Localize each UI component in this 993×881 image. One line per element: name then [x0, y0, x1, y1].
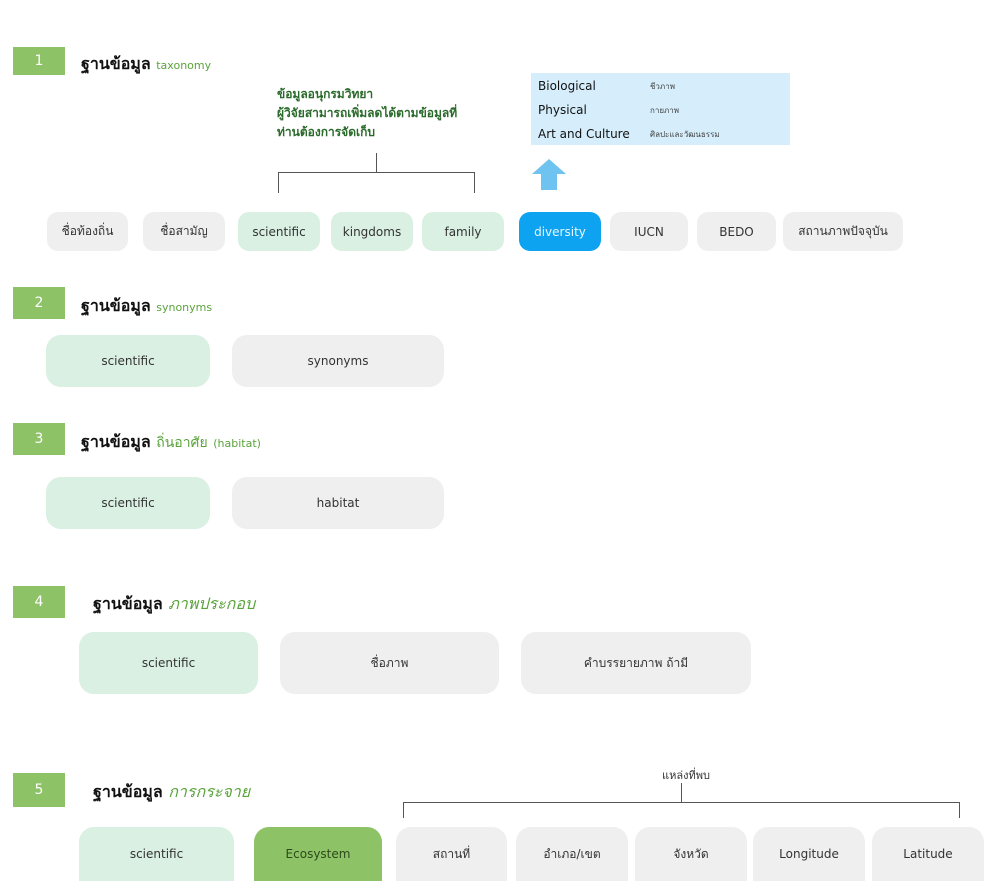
section-5-subtitle: การกระจาย — [168, 782, 251, 801]
section-2-number: 2 — [13, 287, 65, 319]
section-4-title: ฐานข้อมูล ภาพประกอบ — [93, 592, 255, 617]
taxonomy-bracket-right — [474, 172, 475, 193]
field-current-status: สถานภาพปัจจุบัน — [783, 212, 903, 251]
field-habitat: habitat — [232, 477, 444, 529]
field-image-name: ชื่อภาพ — [280, 632, 499, 694]
field-family: family — [422, 212, 504, 251]
field-scientific: scientific — [79, 827, 234, 881]
section-5-title: ฐานข้อมูล การกระจาย — [93, 780, 250, 805]
diversity-info-label: Art and Culture — [538, 127, 630, 141]
section-2-title-text: ฐานข้อมูล — [81, 296, 151, 315]
section-4-subtitle: ภาพประกอบ — [168, 594, 256, 613]
taxonomy-note-line-2: ผู้วิจัยสามารถเพิ่มลดได้ตามข้อมูลที่ — [277, 106, 458, 120]
section-5-number: 5 — [13, 773, 65, 807]
diversity-info-row: Art and Culture ศิลปะและวัฒนธรรม — [538, 127, 720, 141]
diversity-info-label: Biological — [538, 79, 596, 93]
field-scientific: scientific — [238, 212, 320, 251]
field-latitude: Latitude — [872, 827, 984, 881]
field-common-name: ชื่อสามัญ — [143, 212, 225, 251]
field-diversity: diversity — [519, 212, 601, 251]
taxonomy-note-line-1: ข้อมูลอนุกรมวิทยา — [277, 87, 374, 101]
section-3-subtitle: ถิ่นอาศัย — [156, 435, 208, 451]
field-iucn: IUCN — [610, 212, 688, 251]
field-ecosystem: Ecosystem — [254, 827, 382, 881]
section-1-subtitle: taxonomy — [156, 59, 212, 72]
field-province: จังหวัด — [635, 827, 747, 881]
taxonomy-note-line-3: ท่านต้องการจัดเก็บ — [277, 125, 375, 139]
field-kingdoms: kingdoms — [331, 212, 413, 251]
diversity-info-row: Biological ชีวภาพ — [538, 79, 675, 93]
field-synonyms: synonyms — [232, 335, 444, 387]
section-3-title-text: ฐานข้อมูล — [81, 432, 151, 451]
section-3-number: 3 — [13, 423, 65, 455]
section-3-title: ฐานข้อมูล ถิ่นอาศัย (habitat) — [81, 430, 261, 455]
found-location-bracket-stem — [681, 783, 682, 802]
found-location-bracket-right — [959, 802, 960, 818]
section-4-title-text: ฐานข้อมูล — [93, 594, 163, 613]
section-2-title: ฐานข้อมูล synonyms — [81, 294, 212, 319]
taxonomy-bracket-stem — [376, 153, 377, 172]
section-1-number: 1 — [13, 47, 65, 75]
diversity-info-desc: กายภาพ — [650, 105, 680, 115]
field-scientific: scientific — [46, 335, 210, 387]
found-location-bracket-bar — [403, 802, 960, 803]
taxonomy-bracket-bar — [278, 172, 475, 173]
section-5-title-text: ฐานข้อมูล — [93, 782, 163, 801]
found-location-group-label: แหล่งที่พบ — [662, 769, 710, 782]
field-longitude: Longitude — [753, 827, 865, 881]
field-bedo: BEDO — [697, 212, 776, 251]
taxonomy-bracket-left — [278, 172, 279, 193]
field-local-name: ชื่อท้องถิ่น — [47, 212, 128, 251]
field-scientific: scientific — [46, 477, 210, 529]
field-scientific: scientific — [79, 632, 258, 694]
field-district: อำเภอ/เขต — [516, 827, 628, 881]
diversity-info-desc: ศิลปะและวัฒนธรรม — [650, 129, 720, 139]
taxonomy-note: ข้อมูลอนุกรมวิทยา ผู้วิจัยสามารถเพิ่มลดไ… — [277, 85, 457, 142]
diversity-info-label: Physical — [538, 103, 587, 117]
section-4-number: 4 — [13, 586, 65, 618]
diversity-info-desc: ชีวภาพ — [650, 81, 675, 91]
arrow-up-icon — [532, 159, 566, 190]
field-image-caption: คำบรรยายภาพ ถ้ามี — [521, 632, 751, 694]
found-location-bracket-left — [403, 802, 404, 818]
section-2-subtitle: synonyms — [156, 301, 213, 314]
section-1-title: ฐานข้อมูล taxonomy — [81, 52, 211, 77]
field-place: สถานที่ — [396, 827, 507, 881]
diversity-info-row: Physical กายภาพ — [538, 103, 679, 117]
section-3-subtitle-extra: (habitat) — [213, 437, 261, 450]
diversity-info-box: Biological ชีวภาพ Physical กายภาพ Art an… — [531, 73, 790, 145]
section-1-title-text: ฐานข้อมูล — [81, 54, 151, 73]
